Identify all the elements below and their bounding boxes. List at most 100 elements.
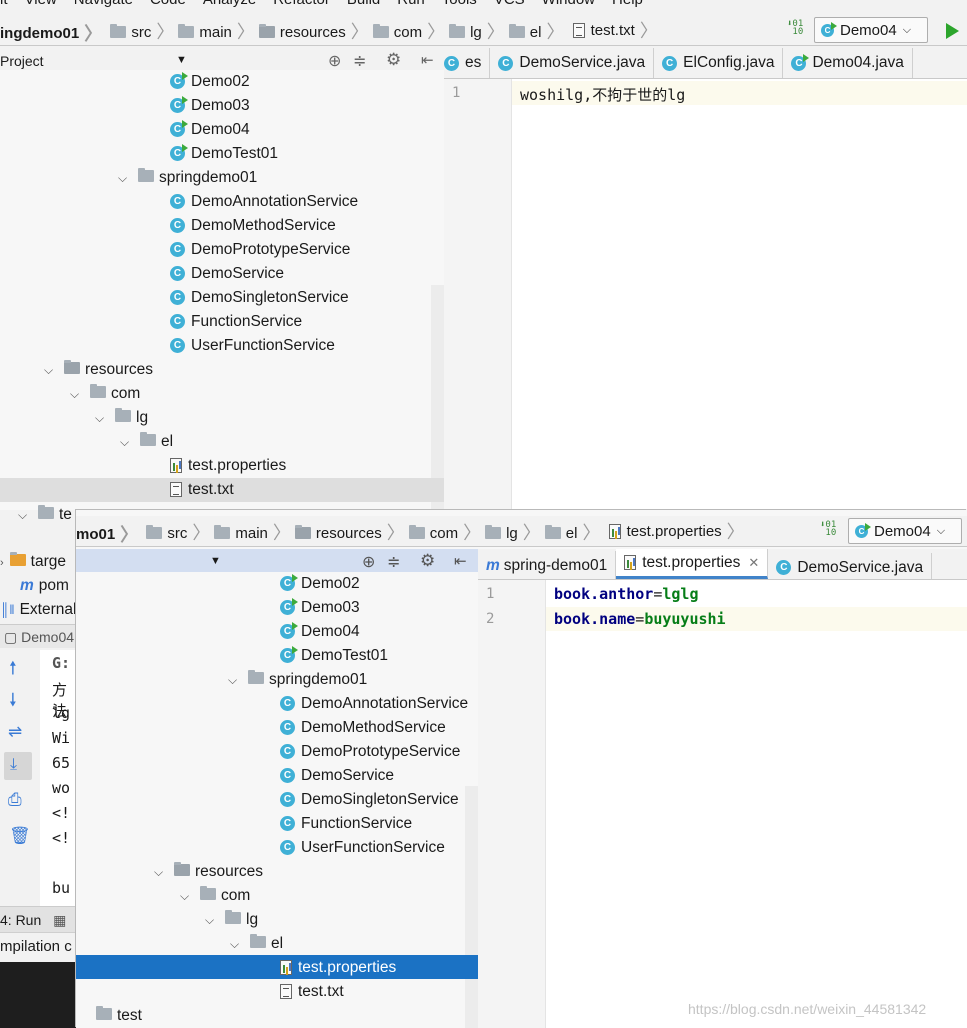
breadcrumb-item[interactable]: src 〉 — [106, 17, 174, 46]
tree-item[interactable]: C DemoPrototypeService — [280, 740, 460, 764]
tree-item[interactable]: test.txt — [280, 980, 344, 1004]
menu-item[interactable]: Refactor — [273, 0, 330, 8]
menu-item[interactable]: VCS — [494, 0, 525, 8]
tree-item-target[interactable]: › targe — [0, 550, 66, 574]
bottom-editor[interactable]: 1 book.anthor=lglg 2 book.name=buyuyushi — [478, 580, 967, 1028]
tree-item[interactable]: test — [76, 1004, 142, 1028]
breadcrumb-item[interactable]: lg 〉 — [445, 17, 505, 46]
trash-icon[interactable]: 🗑 — [9, 826, 31, 846]
arrow-up-icon[interactable]: 🠕 — [9, 656, 17, 686]
code-line[interactable]: book.anthor=lglg — [554, 585, 699, 603]
breadcrumb-item[interactable]: com 〉 — [405, 518, 481, 547]
collapse-icon[interactable]: ≑ — [387, 552, 400, 572]
tree-item[interactable]: C DemoSingletonService — [170, 286, 349, 310]
breadcrumb-item[interactable]: main 〉 — [174, 17, 255, 46]
tree-item[interactable]: C Demo02 — [280, 572, 360, 596]
breadcrumb-item[interactable]: com 〉 — [369, 17, 445, 46]
tree-item[interactable]: ⌵ springdemo01 — [118, 166, 257, 190]
console-output[interactable]: G: 方法 lg Wi 65 wo <! <! bu — [40, 650, 80, 906]
collapse-icon[interactable]: ≑ — [353, 51, 366, 71]
menu-item[interactable]: Build — [347, 0, 380, 8]
breadcrumb-item[interactable]: resources 〉 — [291, 518, 405, 547]
gear-icon[interactable]: ⚙ — [420, 551, 435, 571]
tree-item[interactable]: ⌵ el — [120, 430, 173, 454]
scrollbar[interactable] — [465, 786, 478, 1028]
tree-item[interactable]: C DemoAnnotationService — [170, 190, 358, 214]
tree-item[interactable]: C DemoMethodService — [280, 716, 446, 740]
tree-item[interactable]: C Demo04 — [280, 620, 360, 644]
tree-item[interactable]: C DemoSingletonService — [280, 788, 459, 812]
print-icon[interactable]: ⎙ — [8, 790, 22, 810]
editor-tab[interactable]: C DemoService.java — [490, 48, 655, 78]
project-title[interactable]: Project — [0, 53, 44, 69]
scroll-end-toggle[interactable]: ⤓ — [4, 752, 32, 780]
breadcrumb-item[interactable]: src 〉 — [142, 518, 210, 547]
breadcrumb-item[interactable]: lg 〉 — [481, 518, 541, 547]
tree-item[interactable]: C DemoTest01 — [280, 644, 388, 668]
arrow-down-icon[interactable]: 🠗 — [9, 688, 17, 718]
scrollbar[interactable] — [431, 285, 444, 510]
tree-item[interactable]: C Demo03 — [170, 94, 250, 118]
wrap-icon[interactable]: ⇌ — [8, 722, 22, 742]
tree-item[interactable]: C DemoPrototypeService — [170, 238, 350, 262]
tree-item[interactable]: C Demo02 — [170, 70, 250, 94]
tree-item[interactable]: C DemoAnnotationService — [280, 692, 468, 716]
tree-item[interactable]: C Demo04 — [170, 118, 250, 142]
build-icon[interactable]: ⬇01 10 — [787, 20, 807, 40]
breadcrumb-item[interactable]: resources 〉 — [255, 17, 369, 46]
editor-tab[interactable]: test.properties ✕ — [616, 549, 769, 579]
menu-item[interactable]: Navigate — [74, 0, 133, 8]
breadcrumb-item[interactable]: el 〉 — [505, 17, 564, 46]
build-icon[interactable]: ⬇01 10 — [820, 521, 840, 541]
tree-item[interactable]: C DemoMethodService — [170, 214, 336, 238]
locate-icon[interactable]: ⊕ — [362, 552, 375, 572]
menu-item[interactable]: Window — [542, 0, 595, 8]
run-config-dropdown[interactable]: C Demo04 ⌵ — [814, 17, 928, 43]
tree-item[interactable]: C FunctionService — [280, 812, 412, 836]
breadcrumb-file[interactable]: test.txt 〉 — [569, 15, 658, 45]
tree-item[interactable]: C DemoTest01 — [170, 142, 278, 166]
tree-item[interactable]: ⌵ com — [70, 382, 140, 406]
breadcrumb-project[interactable]: ingdemo01 〉 — [0, 18, 102, 45]
tree-item[interactable]: C Demo03 — [280, 596, 360, 620]
tree-item[interactable]: C FunctionService — [170, 310, 302, 334]
run-button[interactable] — [946, 23, 959, 39]
hide-icon[interactable]: ⇤ — [454, 552, 467, 570]
editor-tab[interactable]: C ElConfig.java — [654, 48, 784, 78]
hide-icon[interactable]: ⇤ — [421, 51, 434, 69]
gear-icon[interactable]: ⚙ — [386, 50, 401, 70]
top-editor[interactable]: 1 woshilg,不拘于世的lg — [444, 79, 967, 509]
console-tab[interactable]: ▢ Demo04 — [0, 624, 80, 648]
tree-item[interactable]: ⌵ springdemo01 — [228, 668, 367, 692]
tree-item[interactable]: ⌵ el — [230, 932, 283, 956]
tree-item[interactable]: C DemoService — [280, 764, 394, 788]
code-line[interactable]: book.name=buyuyushi — [554, 610, 726, 628]
menu-item[interactable]: Code — [150, 0, 186, 8]
tree-item[interactable]: C UserFunctionService — [280, 836, 445, 860]
menu-item[interactable]: Analyze — [203, 0, 256, 8]
editor-tab[interactable]: m spring-demo01 — [478, 551, 617, 579]
breadcrumb-file[interactable]: test.properties 〉 — [605, 516, 745, 546]
tree-item[interactable]: C DemoService — [170, 262, 284, 286]
editor-tab[interactable]: C Demo04.java — [783, 48, 913, 78]
run-tool-tab[interactable]: 4: Run ▦ — [0, 906, 80, 932]
tree-item[interactable]: C UserFunctionService — [170, 334, 335, 358]
breadcrumb-item[interactable]: main 〉 — [210, 518, 291, 547]
tree-item[interactable]: ⌵ com — [180, 884, 250, 908]
tree-item[interactable]: ⌵ lg — [95, 406, 148, 430]
menu-item[interactable]: Run — [397, 0, 425, 8]
tree-item-test-folder[interactable]: ⌵ te — [18, 503, 72, 527]
tree-item[interactable]: ⌵ lg — [205, 908, 258, 932]
breadcrumb-project[interactable]: mo01 〉 — [76, 519, 138, 546]
tree-item[interactable]: ⌵ resources — [44, 358, 153, 382]
menu-item[interactable]: Help — [612, 0, 643, 8]
chevron-down-icon[interactable]: ▼ — [176, 54, 187, 66]
editor-tab[interactable]: C DemoService.java — [768, 552, 933, 579]
tree-item[interactable]: test.txt — [170, 478, 234, 502]
menu-item[interactable]: View — [25, 0, 57, 8]
tree-item-pom[interactable]: m pom — [20, 574, 69, 598]
run-config-dropdown[interactable]: C Demo04 ⌵ — [848, 518, 962, 544]
chevron-down-icon[interactable]: ▼ — [210, 555, 221, 567]
menu-item[interactable]: it — [0, 0, 8, 8]
menu-item[interactable]: Tools — [442, 0, 477, 8]
